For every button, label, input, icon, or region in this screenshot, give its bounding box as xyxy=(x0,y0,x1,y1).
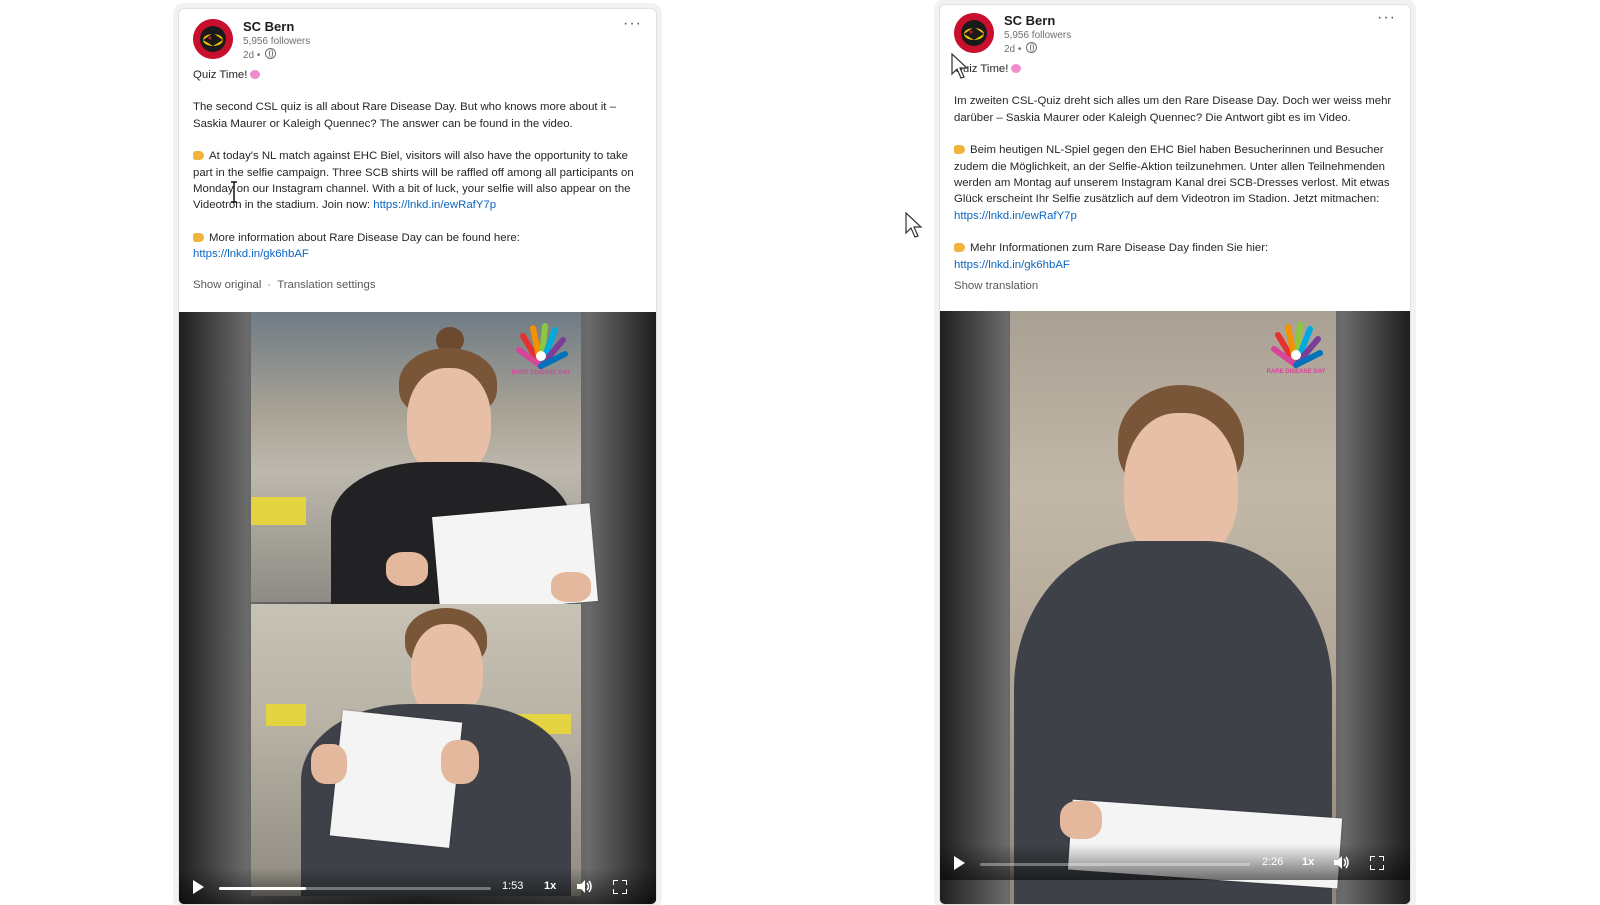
separator-dot: · xyxy=(267,279,272,291)
video-player[interactable]: RARE DISEASE DAY 2:26 1x xyxy=(940,311,1410,904)
rare-disease-day-hands-icon xyxy=(516,323,568,369)
hand xyxy=(1060,801,1102,839)
brain-emoji-icon xyxy=(250,70,261,79)
progress-bar[interactable] xyxy=(980,863,1250,866)
translation-row: Show translation xyxy=(954,280,1038,292)
translation-row: Show original · Translation settings xyxy=(193,279,376,291)
rare-disease-day-logo: RARE DISEASE DAY xyxy=(509,322,573,380)
post-headline: Quiz Time! xyxy=(193,69,248,81)
rare-disease-day-hands-icon xyxy=(1271,322,1323,368)
follower-count: 5,956 followers xyxy=(1004,30,1072,41)
sc-bern-logo-icon xyxy=(954,13,994,53)
mouse-pointer-icon xyxy=(951,53,969,79)
mouse-pointer-icon xyxy=(905,212,923,238)
pointing-hand-emoji-icon xyxy=(954,145,965,155)
play-icon[interactable] xyxy=(193,880,204,894)
video-frame-bottom xyxy=(251,604,581,896)
sc-bern-logo-icon xyxy=(193,19,233,59)
more-options-button[interactable]: ··· xyxy=(1377,9,1396,27)
post-paragraph-3: More information about Rare Disease Day … xyxy=(209,231,520,244)
author-name[interactable]: SC Bern xyxy=(1004,13,1055,28)
post-headline-line: Quiz Time! xyxy=(193,67,642,83)
globe-icon xyxy=(265,48,277,59)
face xyxy=(407,368,491,476)
sc-bern-avatar[interactable] xyxy=(193,19,233,59)
hand xyxy=(551,572,591,602)
brain-emoji-icon xyxy=(1011,64,1022,73)
rare-disease-day-text: RARE DISEASE DAY xyxy=(511,370,571,376)
post-header: SC Bern 5,956 followers 2d • ··· xyxy=(954,9,1400,63)
post-timestamp: 2d • xyxy=(1004,42,1038,55)
video-time: 2:26 xyxy=(1262,856,1284,868)
post-paragraph-3-line: Mehr Informationen zum Rare Disease Day … xyxy=(954,240,1396,273)
post-header: SC Bern 5,956 followers 2d • ··· xyxy=(193,15,646,69)
rare-disease-day-text: RARE DISEASE DAY xyxy=(1266,369,1326,375)
player-kaleigh xyxy=(281,604,581,896)
post-paragraph-2-line: At today's NL match against EHC Biel, vi… xyxy=(193,148,642,214)
post-card-german: SC Bern 5,956 followers 2d • ··· Quiz Ti… xyxy=(939,4,1411,905)
selfie-campaign-link[interactable]: https://lnkd.in/ewRafY7p xyxy=(954,210,1077,222)
selfie-campaign-link[interactable]: https://lnkd.in/ewRafY7p xyxy=(373,199,496,211)
show-translation-link[interactable]: Show translation xyxy=(954,280,1038,292)
progress-bar[interactable] xyxy=(219,887,491,890)
post-paragraph-2-line: Beim heutigen NL-Spiel gegen den EHC Bie… xyxy=(954,142,1396,224)
post-paragraph-1: Im zweiten CSL-Quiz dreht sich alles um … xyxy=(954,95,1392,124)
post-paragraph-1: The second CSL quiz is all about Rare Di… xyxy=(193,101,616,130)
post-card-english: SC Bern 5,956 followers 2d • ··· Quiz Ti… xyxy=(178,8,657,905)
globe-icon xyxy=(1026,42,1038,53)
video-player[interactable]: RARE DISEASE DAY 1:53 1x xyxy=(179,312,656,904)
video-time: 1:53 xyxy=(502,880,524,892)
post-body: Quiz Time! Im zweiten CSL-Quiz dreht sic… xyxy=(954,61,1396,273)
post-paragraph-3: Mehr Informationen zum Rare Disease Day … xyxy=(970,242,1269,255)
play-icon[interactable] xyxy=(954,856,965,870)
translation-settings-link[interactable]: Translation settings xyxy=(277,279,375,291)
video-frame-top: RARE DISEASE DAY xyxy=(251,312,598,615)
pointing-hand-emoji-icon xyxy=(193,151,204,161)
post-headline-line: Quiz Time! xyxy=(954,61,1396,77)
post-timestamp: 2d • xyxy=(243,48,277,61)
answer-paper xyxy=(329,710,463,848)
sc-bern-avatar[interactable] xyxy=(954,13,994,53)
pointing-hand-emoji-icon xyxy=(193,232,204,242)
volume-icon[interactable] xyxy=(1334,856,1350,869)
video-controls: 2:26 1x xyxy=(940,844,1410,880)
volume-icon[interactable] xyxy=(577,880,593,893)
fullscreen-icon[interactable] xyxy=(1370,856,1384,870)
hand xyxy=(311,744,347,784)
pointing-hand-emoji-icon xyxy=(954,243,965,253)
player-kaleigh xyxy=(1010,371,1343,904)
playback-speed-button[interactable]: 1x xyxy=(544,880,556,892)
timestamp-text: 2d • xyxy=(243,50,261,61)
follower-count: 5,956 followers xyxy=(243,36,311,47)
rare-disease-day-link[interactable]: https://lnkd.in/gk6hbAF xyxy=(193,248,309,260)
post-paragraph-2: Beim heutigen NL-Spiel gegen den EHC Bie… xyxy=(954,144,1390,206)
show-original-link[interactable]: Show original xyxy=(193,279,261,291)
fullscreen-icon[interactable] xyxy=(613,880,627,894)
hand xyxy=(386,552,428,586)
video-controls: 1:53 1x xyxy=(179,868,656,904)
video-frame: RARE DISEASE DAY xyxy=(1010,311,1343,904)
post-paragraph-3-line: More information about Rare Disease Day … xyxy=(193,230,642,263)
rare-disease-day-link[interactable]: https://lnkd.in/gk6hbAF xyxy=(954,259,1070,271)
timestamp-text: 2d • xyxy=(1004,44,1022,55)
text-cursor-icon xyxy=(231,181,237,203)
post-body: Quiz Time! The second CSL quiz is all ab… xyxy=(193,67,642,263)
playback-speed-button[interactable]: 1x xyxy=(1302,856,1314,868)
rare-disease-day-logo: RARE DISEASE DAY xyxy=(1264,321,1328,379)
author-name[interactable]: SC Bern xyxy=(243,19,294,34)
more-options-button[interactable]: ··· xyxy=(623,15,642,33)
progress-fill xyxy=(219,887,307,890)
hand xyxy=(441,740,479,784)
